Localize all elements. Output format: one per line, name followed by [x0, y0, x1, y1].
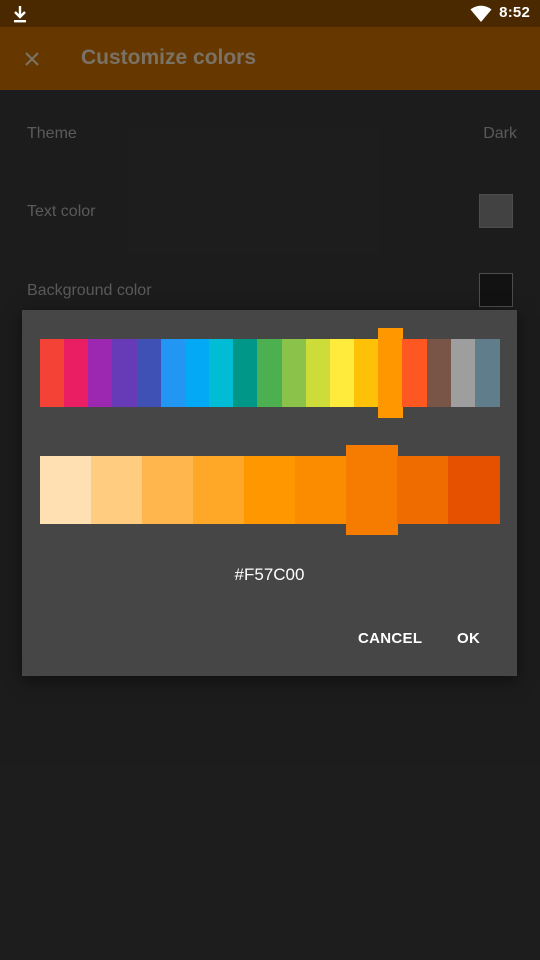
palette-swatch[interactable] — [426, 339, 452, 407]
palette-swatch[interactable] — [40, 339, 65, 407]
palette-swatch[interactable] — [474, 339, 500, 407]
palette-swatch[interactable] — [402, 339, 428, 407]
close-icon — [25, 52, 39, 66]
palette-swatch[interactable] — [209, 339, 234, 407]
color-picker-dialog: #F57C00 CANCEL OK — [22, 310, 517, 676]
palette-swatch[interactable] — [450, 339, 476, 407]
download-icon — [14, 6, 26, 23]
palette-swatch-selected[interactable] — [378, 328, 403, 418]
shade-swatch[interactable] — [40, 456, 92, 524]
shade-row — [40, 445, 500, 535]
palette-swatch[interactable] — [354, 339, 379, 407]
page-title: Customize colors — [81, 46, 257, 69]
palette-swatch[interactable] — [305, 339, 331, 407]
wifi-icon — [470, 5, 492, 22]
close-button[interactable] — [12, 39, 52, 79]
cancel-button[interactable]: CANCEL — [358, 630, 422, 647]
shade-swatch-selected[interactable] — [346, 445, 398, 535]
shade-swatch[interactable] — [193, 456, 245, 524]
ok-button[interactable]: OK — [457, 630, 480, 647]
palette-swatch[interactable] — [112, 339, 138, 407]
palette-swatch[interactable] — [184, 339, 210, 407]
palette-swatch[interactable] — [257, 339, 283, 407]
shade-swatch[interactable] — [244, 456, 296, 524]
palette-row — [40, 328, 500, 418]
clock: 8:52 — [499, 4, 530, 21]
shade-swatch[interactable] — [397, 456, 449, 524]
hex-value: #F57C00 — [234, 565, 305, 584]
shade-swatch[interactable] — [91, 456, 143, 524]
palette-swatch[interactable] — [329, 339, 355, 407]
palette-swatch[interactable] — [281, 339, 307, 407]
palette-swatch[interactable] — [64, 339, 89, 407]
shade-swatch[interactable] — [142, 456, 194, 524]
palette-swatch[interactable] — [88, 339, 114, 407]
palette-swatch[interactable] — [136, 339, 162, 407]
shade-swatch[interactable] — [448, 456, 500, 524]
palette-swatch[interactable] — [160, 339, 186, 407]
status-bar: 8:52 — [0, 0, 540, 27]
shade-swatch[interactable] — [295, 456, 347, 524]
palette-swatch[interactable] — [233, 339, 258, 407]
app-toolbar: Customize colors — [0, 27, 540, 90]
